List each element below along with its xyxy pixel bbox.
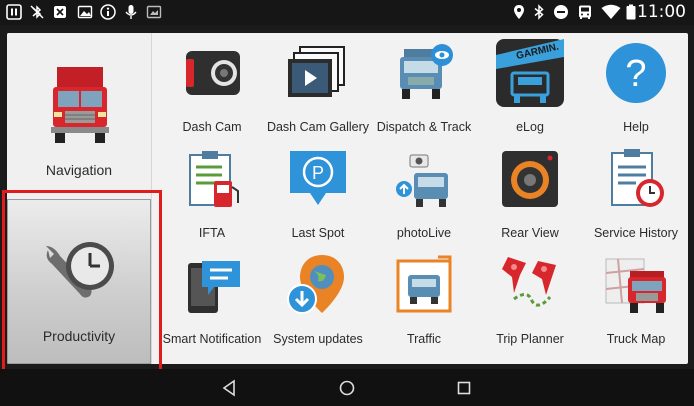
app-label: Last Spot	[291, 226, 345, 240]
location-icon	[514, 5, 524, 19]
sidebar-item-productivity[interactable]: Productivity	[7, 199, 151, 364]
app-truck-map[interactable]: Truck Map	[583, 245, 688, 351]
app-label: System updates	[273, 332, 363, 346]
category-sidebar: Navigation Productivity	[7, 33, 152, 364]
app-dash-cam[interactable]: Dash Cam	[159, 33, 265, 139]
usb-icon	[54, 6, 66, 18]
app-last-spot[interactable]: P Last Spot	[265, 139, 371, 245]
app-label: Trip Planner	[496, 332, 564, 346]
app-label: Service History	[593, 226, 679, 240]
app-label: Dispatch & Track	[376, 120, 472, 134]
battery-icon	[626, 4, 636, 20]
traffic-icon	[396, 255, 452, 313]
app-dispatch-track[interactable]: Dispatch & Track	[371, 33, 477, 139]
help-icon: ?	[606, 43, 666, 103]
app-label: Rear View	[501, 226, 559, 240]
svg-text:?: ?	[625, 53, 646, 95]
rear-view-icon	[502, 151, 558, 207]
app-label: Traffic	[406, 332, 442, 346]
app-label: Smart Notification	[162, 332, 262, 346]
truck-map-icon	[605, 258, 666, 313]
app-label: Truck Map	[606, 332, 666, 346]
image-icon	[77, 5, 93, 19]
dispatch-track-icon	[400, 44, 453, 99]
navigation-bar	[0, 369, 694, 406]
sidebar-item-label: Productivity	[42, 328, 116, 344]
trip-planner-icon	[502, 257, 556, 307]
last-spot-icon: P	[290, 151, 346, 205]
app-traffic[interactable]: Traffic	[371, 245, 477, 351]
app-label: eLog	[516, 120, 544, 134]
system-updates-icon	[287, 255, 344, 314]
app-system-updates[interactable]: System updates	[265, 245, 371, 351]
app-help[interactable]: ? Help	[583, 33, 688, 139]
app-grid: Dash Cam Dash Cam Gallery Dispatch & Tra…	[159, 33, 688, 364]
app-smart-notification[interactable]: Smart Notification	[159, 245, 265, 351]
app-rear-view[interactable]: Rear View	[477, 139, 583, 245]
app-drawer-panel: Navigation Productivity Dash Cam Dash Ca…	[7, 33, 688, 364]
recents-icon[interactable]	[454, 378, 474, 398]
bluetooth-off-icon	[30, 5, 44, 19]
app-label: IFTA	[198, 226, 226, 240]
clock: 11:00	[637, 2, 686, 22]
gallery-icon	[146, 5, 162, 19]
ifta-icon	[189, 151, 239, 207]
home-icon[interactable]	[337, 378, 357, 398]
truck-icon	[51, 67, 109, 143]
app-label: Dash Cam	[182, 120, 242, 134]
app-trip-planner[interactable]: Trip Planner	[477, 245, 583, 351]
app-dash-cam-gallery[interactable]: Dash Cam Gallery	[265, 33, 371, 139]
back-icon[interactable]	[219, 378, 239, 398]
service-history-icon	[611, 149, 664, 207]
elog-icon: GARMIN.	[496, 39, 564, 107]
sidebar-item-label: Navigation	[45, 162, 113, 178]
app-label: Dash Cam Gallery	[266, 120, 370, 134]
app-label: photoLive	[396, 226, 452, 240]
app-service-history[interactable]: Service History	[583, 139, 688, 245]
pause-icon	[6, 4, 22, 20]
app-label: Help	[623, 120, 649, 134]
svg-text:P: P	[312, 163, 324, 183]
productivity-icon	[46, 242, 114, 298]
bus-icon	[579, 5, 591, 19]
do-not-disturb-icon	[554, 5, 568, 19]
app-photolive[interactable]: photoLive	[371, 139, 477, 245]
app-elog[interactable]: GARMIN. eLog	[477, 33, 583, 139]
dash-cam-icon	[186, 51, 240, 95]
microphone-icon	[125, 5, 137, 19]
info-icon	[100, 4, 116, 20]
app-ifta[interactable]: IFTA	[159, 139, 265, 245]
smart-notification-icon	[188, 261, 240, 313]
photolive-icon	[396, 154, 448, 207]
sidebar-item-navigation[interactable]: Navigation	[7, 33, 151, 193]
dash-cam-gallery-icon	[288, 46, 345, 97]
bluetooth-icon	[534, 4, 544, 20]
wifi-icon	[601, 4, 621, 19]
status-bar: 11:00	[0, 0, 694, 25]
